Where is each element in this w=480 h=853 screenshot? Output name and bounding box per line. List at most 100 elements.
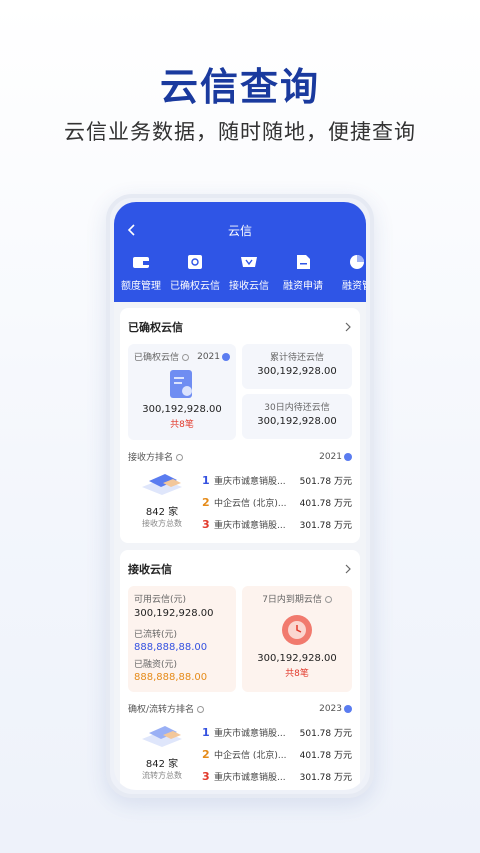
due-value: 300,192,928.00: [257, 653, 337, 664]
info-icon[interactable]: [196, 706, 204, 713]
clock-illustration-icon: [282, 615, 312, 645]
box-value: 300,192,928.00: [257, 416, 337, 427]
card-title: 已确权云信: [128, 321, 183, 334]
nav-finance-manage[interactable]: 融资管: [330, 254, 366, 298]
rank-row[interactable]: 3 重庆市诚意销股... 301.78 万元: [202, 765, 352, 787]
chevron-right-icon[interactable]: [344, 564, 352, 574]
rank-value: 401.78 万元: [299, 750, 352, 761]
stack-illustration-icon: [142, 726, 182, 747]
rank-name: 中企云信 (北京)...: [214, 750, 287, 761]
year-selector[interactable]: 2021: [319, 450, 352, 463]
receiver-count-visual: 842 家 接收方总数: [128, 469, 196, 537]
phone-screen: 云信 额度管理 已确权云信 接收云信 融资申请 融资管: [114, 202, 366, 790]
box-value: 300,192,928.00: [257, 366, 337, 377]
rank-value: 301.78 万元: [299, 772, 352, 783]
wallet-icon: [133, 257, 149, 268]
dropdown-icon: [344, 452, 352, 461]
search-doc-icon: [188, 255, 202, 269]
rank-value: 501.78 万元: [299, 476, 352, 487]
receive-icon: [241, 257, 257, 267]
info-icon[interactable]: [175, 454, 183, 461]
flow-value: 888,888,88.00: [134, 642, 208, 653]
due-count: 共8笔: [285, 669, 309, 679]
box-label: 可用云信(元): [134, 595, 187, 605]
flow-count-visual: 842 家 流转方总数: [128, 721, 196, 789]
confirmed-total-box[interactable]: 已确权云信 2021 300,192,928.00 共8笔: [128, 344, 236, 440]
pending-repay-box[interactable]: 累计待还云信 300,192,928.00: [242, 344, 352, 389]
rank-number: 2: [202, 747, 210, 761]
document-illustration-icon: [170, 370, 192, 398]
card-title: 接收云信: [128, 563, 172, 576]
year-selector[interactable]: 2023: [319, 702, 352, 715]
box-label: 7日内到期云信: [262, 595, 322, 605]
main-content: 已确权云信 已确权云信 2021 300,192,928.00 共8笔 累计待还…: [114, 302, 366, 790]
chevron-right-icon[interactable]: [344, 322, 352, 332]
rank-title: 确权/流转方排名: [128, 705, 195, 715]
rank-name: 重庆市诚意销股...: [214, 520, 286, 531]
nav-label: 接收云信: [229, 281, 269, 292]
rank-value: 401.78 万元: [299, 498, 352, 509]
due-7-days-box[interactable]: 7日内到期云信 300,192,928.00 共8笔: [242, 586, 352, 692]
received-card-header[interactable]: 接收云信: [128, 558, 352, 580]
rank-value: 301.78 万元: [299, 520, 352, 531]
confirmed-count: 共8笔: [170, 420, 194, 430]
rank-number: 3: [202, 517, 210, 531]
rank-title: 接收方排名: [128, 453, 174, 463]
rank-row[interactable]: 1 重庆市诚意销股... 501.78 万元: [202, 721, 352, 743]
available-value: 300,192,928.00: [134, 608, 214, 619]
confirmed-card-header[interactable]: 已确权云信: [128, 316, 352, 338]
rank-number: 1: [202, 725, 210, 739]
screen-title: 云信: [227, 224, 252, 238]
flow-label: 已流转(元): [134, 630, 178, 640]
hero-title: 云信查询: [159, 65, 320, 109]
feature-nav: 额度管理 已确权云信 接收云信 融资申请 融资管: [114, 254, 366, 298]
rank-row[interactable]: 1 重庆市诚意销股... 501.78 万元: [202, 469, 352, 491]
year-value: 2021: [197, 351, 220, 362]
box-label: 30日内待还云信: [264, 403, 330, 413]
info-icon[interactable]: [324, 596, 332, 603]
rank-number: 3: [202, 769, 210, 783]
rank-name: 重庆市诚意销股...: [214, 772, 286, 783]
nav-label: 融资管: [342, 281, 366, 292]
nav-label: 已确权云信: [170, 281, 220, 292]
received-card: 接收云信 可用云信(元) 300,192,928.00 已流转(元) 888,8…: [120, 550, 360, 790]
rank-row[interactable]: 3 重庆市诚意销股... 301.78 万元: [202, 513, 352, 535]
receiver-count: 842 家: [145, 507, 179, 518]
flow-count: 842 家: [145, 759, 179, 770]
box-label: 累计待还云信: [269, 353, 324, 363]
financed-value: 888,888,88.00: [134, 672, 208, 683]
rank-number: 2: [202, 495, 210, 509]
nav-receive[interactable]: 接收云信: [222, 254, 276, 298]
nav-label: 融资申请: [283, 281, 323, 292]
nav-finance-apply[interactable]: 融资申请: [276, 254, 330, 298]
flow-rank-list: 1 重庆市诚意销股... 501.78 万元 2 中企云信 (北京)... 40…: [196, 721, 352, 789]
phone-frame: 云信 额度管理 已确权云信 接收云信 融资申请 融资管: [106, 194, 374, 798]
confirmed-total-value: 300,192,928.00: [142, 404, 222, 415]
top-bar: 云信 额度管理 已确权云信 接收云信 融资申请 融资管: [114, 202, 366, 302]
confirmed-card: 已确权云信 已确权云信 2021 300,192,928.00 共8笔 累计待还…: [120, 308, 360, 543]
nav-label: 额度管理: [121, 281, 161, 292]
flow-count-label: 流转方总数: [142, 771, 182, 780]
financed-label: 已融资(元): [134, 660, 178, 670]
rank-number: 1: [202, 473, 210, 487]
rank-value: 501.78 万元: [299, 728, 352, 739]
year-value: 2021: [319, 451, 342, 462]
dropdown-icon: [222, 352, 230, 361]
rank-row[interactable]: 2 中企云信 (北京)... 401.78 万元: [202, 743, 352, 765]
box-label: 已确权云信: [134, 353, 180, 363]
info-icon[interactable]: [181, 354, 189, 361]
hero-subtitle: 云信业务数据，随时随地，便捷查询: [64, 120, 416, 144]
year-value: 2023: [319, 703, 342, 714]
nav-confirmed[interactable]: 已确权云信: [168, 254, 222, 298]
receiver-rank-list: 1 重庆市诚意销股... 501.78 万元 2 中企云信 (北京)... 40…: [196, 469, 352, 537]
dropdown-icon: [344, 704, 352, 713]
year-selector[interactable]: 2021: [197, 350, 230, 363]
rank-name: 重庆市诚意销股...: [214, 728, 286, 739]
available-box[interactable]: 可用云信(元) 300,192,928.00 已流转(元) 888,888,88…: [128, 586, 236, 692]
rank-row[interactable]: 2 中企云信 (北京)... 401.78 万元: [202, 491, 352, 513]
stack-illustration-icon: [142, 474, 182, 495]
due-30-days-box[interactable]: 30日内待还云信 300,192,928.00: [242, 394, 352, 439]
pie-icon: [350, 255, 364, 269]
nav-quota[interactable]: 额度管理: [114, 254, 168, 298]
receiver-count-label: 接收方总数: [142, 519, 182, 528]
